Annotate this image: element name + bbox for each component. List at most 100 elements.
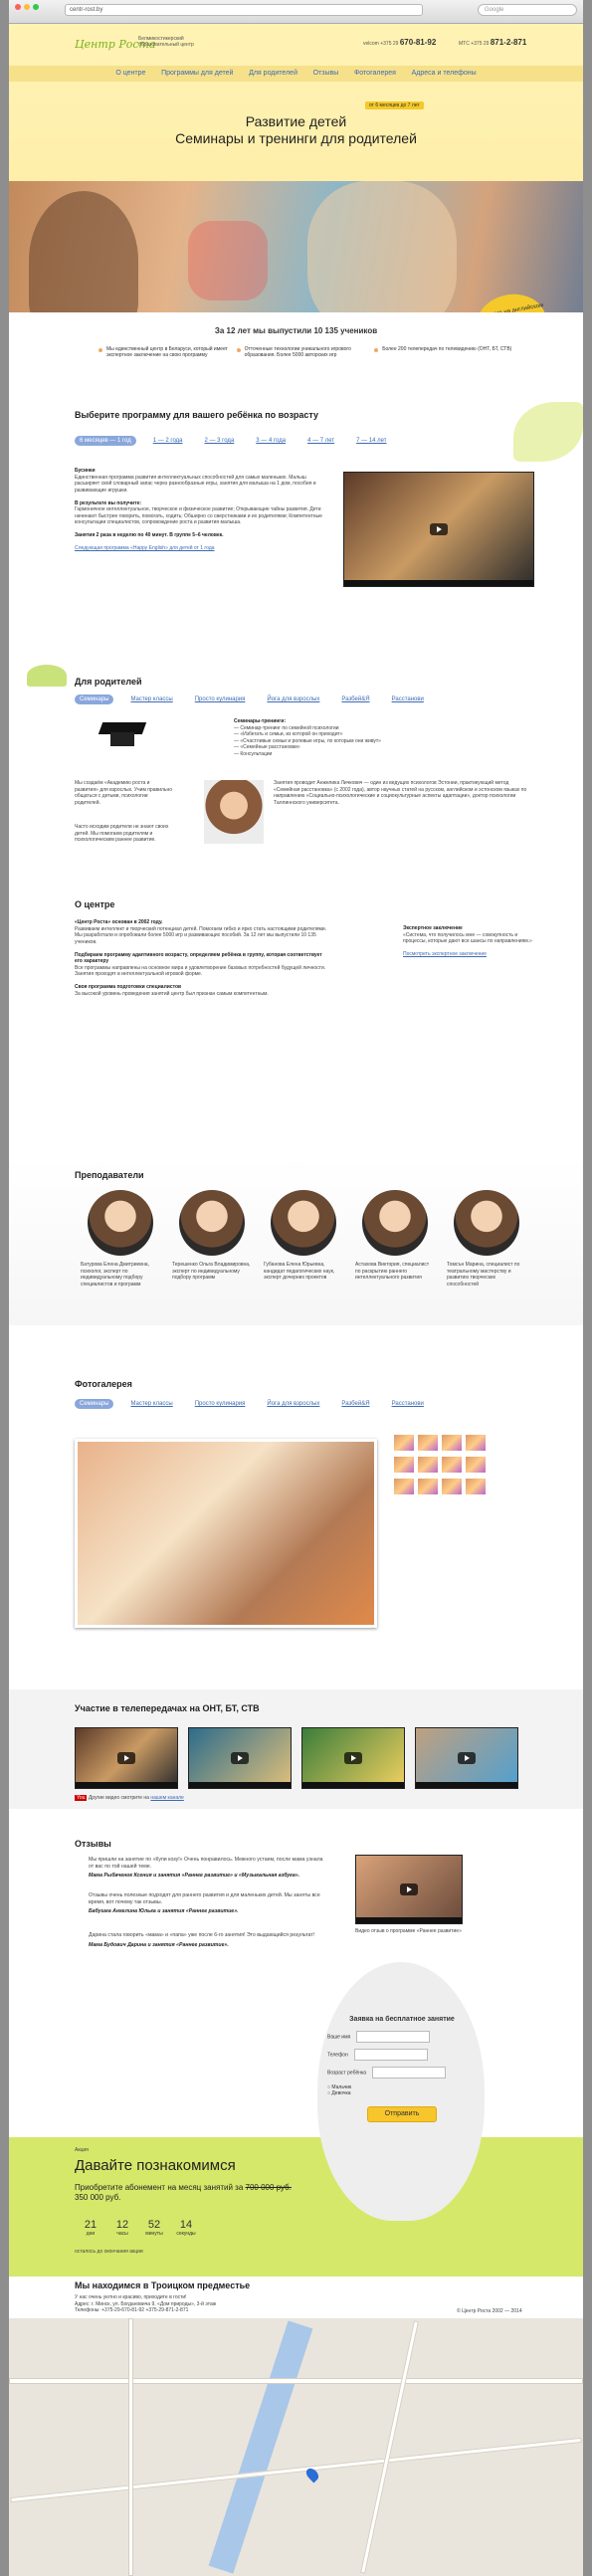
gallery-title: Фотогалерея [75, 1379, 132, 1389]
next-program-link[interactable]: Следующая программа «Happy English» для … [75, 545, 215, 551]
tab-cooking[interactable]: Просто кулинария [190, 694, 251, 704]
teachers-title: Преподаватели [75, 1170, 144, 1180]
gallery-tab-razbey[interactable]: Разбей&Я [336, 1399, 374, 1409]
seminar-item: — «Счастливые семьи и ролевые игры, по к… [234, 737, 381, 744]
gallery-thumb[interactable] [417, 1456, 439, 1474]
menu-item-parents[interactable]: Для родителей [249, 70, 297, 77]
tv-video[interactable] [415, 1727, 518, 1789]
tab-yoga[interactable]: Йога для взрослых [262, 694, 324, 704]
minimize-icon[interactable] [24, 4, 30, 10]
gallery-tab-seminars[interactable]: Семинары [75, 1399, 114, 1409]
tab-age-6m-1y[interactable]: 6 месяцев — 1 год [75, 436, 136, 446]
tab-rasstanovki[interactable]: Расстанови [387, 694, 429, 704]
maximize-icon[interactable] [33, 4, 39, 10]
gallery-thumb[interactable] [441, 1456, 463, 1474]
play-icon[interactable] [344, 1752, 362, 1764]
about-title: О центре [75, 899, 115, 909]
gallery-thumb[interactable] [441, 1434, 463, 1452]
tv-channel-link[interactable]: нашем канале [150, 1795, 183, 1801]
form-title: Заявка на бесплатное занятие [349, 2016, 455, 2023]
review-video-caption: Видео отзыв о программе «Раннее развитие… [355, 1928, 462, 1934]
tab-seminars[interactable]: Семинары [75, 694, 114, 704]
tab-age-1-2[interactable]: 1 — 2 года [148, 436, 188, 446]
gallery-thumb[interactable] [417, 1478, 439, 1495]
road [9, 2378, 583, 2384]
play-icon[interactable] [430, 523, 448, 535]
seminar-item: — «Избегать и семьи, из которой он прихо… [234, 731, 343, 737]
play-icon[interactable] [400, 1883, 418, 1895]
graduation-cap-icon [98, 722, 147, 750]
tab-age-3-4[interactable]: 3 — 4 года [251, 436, 291, 446]
address-bar[interactable]: centr-rost.by [65, 4, 423, 16]
youtube-icon: You [75, 1795, 88, 1801]
phone-input[interactable] [353, 2049, 428, 2061]
teachers-section: Преподаватели Батурова Елена Дмитриевна,… [9, 1156, 583, 1325]
expert-link[interactable]: Посмотреть экспертное заключение [403, 951, 487, 957]
review-video[interactable] [355, 1855, 463, 1924]
seminar-item: — Консультации [234, 750, 273, 757]
teacher-photo [88, 1190, 153, 1256]
gallery-thumb[interactable] [465, 1434, 487, 1452]
age-badge: от 6 месяцев до 7 лет [365, 101, 424, 109]
reviews-title: Отзывы [75, 1839, 111, 1849]
gallery-thumb[interactable] [393, 1478, 415, 1495]
hero-title: Развитие детей Семинары и тренинги для ро… [175, 113, 417, 146]
play-icon[interactable] [458, 1752, 476, 1764]
tv-video[interactable] [188, 1727, 292, 1789]
contacts-phones: Телефоны: +375-29-670-81-92 +375-29-871-… [75, 2307, 189, 2313]
menu-item-contacts[interactable]: Адреса и телефоны [412, 70, 477, 77]
menu-item-programs[interactable]: Программы для детей [161, 70, 233, 77]
parents-note: Мы создаём «Академию роста и развития» д… [75, 780, 173, 806]
lessons-info: Занятия 2 раза в неделю по 40 минут. В г… [75, 532, 224, 538]
gallery-thumb[interactable] [417, 1434, 439, 1452]
old-price: 700 000 руб. [245, 2183, 292, 2192]
gallery-tab-masterclass[interactable]: Мастер классы [125, 1399, 177, 1409]
play-icon[interactable] [231, 1752, 249, 1764]
about-p3: За высокой уровень проведения занятий це… [75, 990, 269, 997]
teacher-card[interactable]: Терешенко Ольга Владимировна, эксперт по… [166, 1190, 258, 1282]
tab-age-4-7[interactable]: 4 — 7 лет [302, 436, 339, 446]
tab-masterclass[interactable]: Мастер классы [125, 694, 177, 704]
reviews-section: Отзывы Мы пришли на занятие по «Купи коз… [9, 1829, 583, 1988]
map[interactable] [9, 2318, 583, 2576]
menu-item-about[interactable]: О центре [115, 70, 145, 77]
gallery-tab-cooking[interactable]: Просто кулинария [190, 1399, 251, 1409]
tv-video[interactable] [75, 1727, 178, 1789]
promo-offer: Приобретите абонемент на месяц занятий з… [75, 2183, 292, 2202]
menu-item-gallery[interactable]: Фотогалерея [354, 70, 396, 77]
gallery-main-photo[interactable] [75, 1439, 377, 1628]
gallery-thumbnails [392, 1433, 492, 1498]
age-input[interactable] [372, 2067, 447, 2079]
gallery-thumb[interactable] [441, 1478, 463, 1495]
program-name: Бусинки [75, 468, 96, 474]
gallery-thumb[interactable] [465, 1478, 487, 1495]
tab-razbey[interactable]: Разбей&Я [336, 694, 374, 704]
teacher-card[interactable]: Астахова Виктория, специалист по раскрыт… [349, 1190, 441, 1282]
contacts-section: Мы находимся в Троицком предместье У нас… [9, 2280, 583, 2320]
girl-radio[interactable]: ○ Девочка [327, 2090, 351, 2096]
gallery-tab-rasstanovki[interactable]: Расстанови [387, 1399, 429, 1409]
name-input[interactable] [356, 2031, 431, 2043]
browser-search[interactable]: Google [478, 4, 577, 16]
menu-item-reviews[interactable]: Отзывы [313, 70, 339, 77]
tv-video[interactable] [301, 1727, 405, 1789]
stats-headline: За 12 лет мы выпустили 10 135 учеников [214, 326, 378, 335]
tab-age-2-3[interactable]: 2 — 3 года [200, 436, 240, 446]
gallery-thumb[interactable] [393, 1456, 415, 1474]
tab-age-7-14[interactable]: 7 — 14 лет [351, 436, 391, 446]
teacher-card[interactable]: Батурова Елена Дмитриевна, психолог, экс… [75, 1190, 166, 1288]
gallery-thumb[interactable] [465, 1456, 487, 1474]
stats-section: За 12 лет мы выпустили 10 135 учеников М… [9, 312, 583, 392]
author-bio: Занятия проводит Анжелика Личкович — оди… [274, 780, 527, 806]
about-p2: Все программы направлены на основное мир… [75, 964, 326, 978]
program-video[interactable] [343, 472, 534, 587]
teacher-card[interactable]: Томсън Марина, специалист по театральном… [441, 1190, 532, 1288]
play-icon[interactable] [117, 1752, 135, 1764]
gallery-tab-yoga[interactable]: Йога для взрослых [262, 1399, 324, 1409]
gallery-thumb[interactable] [393, 1434, 415, 1452]
author-photo [204, 780, 264, 844]
submit-button[interactable]: Отправить [367, 2106, 437, 2122]
teacher-card[interactable]: Губанова Елена Юрьевна, кандидат педагог… [258, 1190, 349, 1282]
parents-note-2: Часто исходим родители не знают своих де… [75, 824, 169, 843]
close-icon[interactable] [15, 4, 21, 10]
